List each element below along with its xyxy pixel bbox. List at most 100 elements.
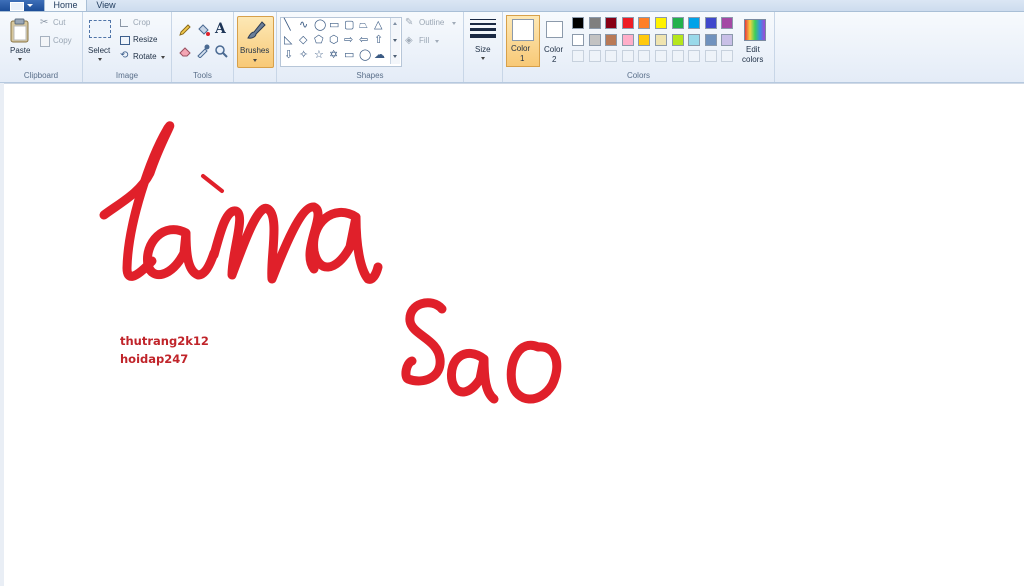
palette-empty-swatch[interactable] [638,50,651,62]
group-shapes: ╲ ∿ ◯ ▭ ▢ ⏢ △ ◺ ◇ ⬠ ⬡ ⇨ ⇦ ⇧ ⇩ ✧ ☆ ✡ ▭ ◯ … [277,12,464,82]
edit-colors-button[interactable]: Edit colors [739,16,771,66]
clipboard-icon [10,18,29,43]
select-button[interactable]: Select [87,18,115,64]
pentagon-shape-icon[interactable]: ⬠ [314,34,324,46]
clipboard-group-label: Clipboard [23,71,59,80]
curve-shape-icon[interactable]: ∿ [299,19,308,31]
palette-empty-swatch[interactable] [572,50,584,62]
palette-swatch[interactable] [655,33,667,46]
palette-empty-swatch[interactable] [704,50,717,62]
ribbon-tab-bar: Home View [0,0,1024,12]
palette-swatch[interactable] [671,33,684,46]
arrow-left-shape-icon[interactable]: ⇦ [359,34,368,46]
callout-oval-shape-icon[interactable]: ◯ [359,49,371,61]
crop-label: Crop [133,18,151,27]
palette-swatch[interactable] [588,17,601,29]
palette-empty-swatch[interactable] [621,50,634,62]
rotate-icon: ⟲ [120,50,129,61]
palette-swatch[interactable] [621,17,634,29]
palette-empty-swatch[interactable] [688,50,701,62]
arrow-down-shape-icon[interactable]: ⇩ [284,49,293,61]
palette-swatch[interactable] [704,33,717,46]
palette-swatch[interactable] [688,33,701,46]
palette-empty-swatch[interactable] [655,50,667,62]
outline-dropdown-icon [452,22,456,25]
oval-shape-icon[interactable]: ◯ [314,19,326,31]
palette-swatch[interactable] [721,33,734,46]
palette-empty-swatch[interactable] [671,50,684,62]
group-size: Size [464,12,503,82]
palette-empty-swatch[interactable] [588,50,601,62]
fill-bucket-icon[interactable] [196,23,210,37]
triangle-shape-icon[interactable]: △ [374,19,382,31]
fill-dropdown-icon [435,40,439,43]
eraser-icon[interactable] [178,44,192,58]
scroll-up-icon [393,22,397,25]
color-wheel-icon [744,19,766,41]
color2-button[interactable]: Color 2 [540,15,570,65]
palette-swatch[interactable] [588,33,601,46]
palette-swatch[interactable] [671,17,684,29]
palette-swatch[interactable] [721,17,734,29]
tab-home[interactable]: Home [44,0,87,11]
arrow-right-shape-icon[interactable]: ⇨ [344,34,353,46]
color1-number: 1 [520,54,525,63]
star5-shape-icon[interactable]: ☆ [314,49,324,61]
text-tool-icon[interactable]: A [215,21,226,37]
ribbon: Paste ✂ Cut Copy Clipboard Select Crop R… [0,12,1024,83]
scroll-down-icon [393,39,397,42]
rounded-rect-shape-icon[interactable]: ▢ [344,19,354,31]
group-brushes [233,12,277,82]
star4-shape-icon[interactable]: ✧ [299,49,308,61]
shapes-scroll[interactable] [390,18,400,64]
copy-icon [40,36,50,47]
fill-label: Fill [419,36,430,45]
rectangle-shape-icon[interactable]: ▭ [329,19,339,31]
hexagon-shape-icon[interactable]: ⬡ [329,34,339,46]
magnifier-icon[interactable] [214,44,228,58]
dropdown-arrow-icon [27,4,33,7]
palette-swatch[interactable] [638,17,651,29]
outline-label: Outline [419,18,445,27]
palette-swatch[interactable] [638,33,651,46]
palette-swatch[interactable] [704,17,717,29]
color-picker-icon[interactable] [196,44,210,58]
fill-icon: ◈ [405,35,413,46]
palette-empty-swatch[interactable] [721,50,734,62]
palette-empty-swatch[interactable] [605,50,618,62]
handwriting-sao [401,298,562,404]
canvas-text-line-1: thutrang2k12 [120,334,209,348]
rotate-label: Rotate [133,52,157,61]
paste-button[interactable]: Paste [6,16,34,62]
cut-label: Cut [53,18,66,27]
palette-swatch[interactable] [572,33,584,46]
star6-shape-icon[interactable]: ✡ [329,49,338,61]
callout-rect-shape-icon[interactable]: ▭ [344,49,354,61]
paste-dropdown-icon [18,58,22,61]
diamond-shape-icon[interactable]: ◇ [299,34,307,46]
palette-swatch[interactable] [605,33,618,46]
color2-swatch [546,21,563,38]
palette-swatch[interactable] [655,17,667,29]
palette-swatch[interactable] [688,17,701,29]
palette-swatch[interactable] [605,17,618,29]
tab-view[interactable]: View [88,0,124,11]
right-triangle-shape-icon[interactable]: ◺ [284,34,292,46]
selection-icon [89,20,111,38]
palette-swatch[interactable] [572,17,584,29]
paint-menu-button[interactable] [0,0,45,11]
callout-cloud-shape-icon[interactable]: ☁ [374,49,385,61]
arrow-up-shape-icon[interactable]: ⇧ [374,34,383,46]
polygon-shape-icon[interactable]: ⏢ [359,19,368,31]
line-shape-icon[interactable]: ╲ [284,19,291,31]
copy-label: Copy [53,36,72,45]
palette-swatch[interactable] [621,33,634,46]
color1-button[interactable]: Color 1 [506,15,540,67]
outline-icon: ✎ [405,17,414,28]
paint-menu-icon [10,2,24,11]
shapes-group-label: Shapes [356,71,384,80]
pencil-icon[interactable] [178,23,192,37]
group-colors: Color 1 Color 2 Edit colors Colors [503,12,775,82]
size-button[interactable]: Size [468,16,498,64]
resize-label: Resize [133,35,158,44]
